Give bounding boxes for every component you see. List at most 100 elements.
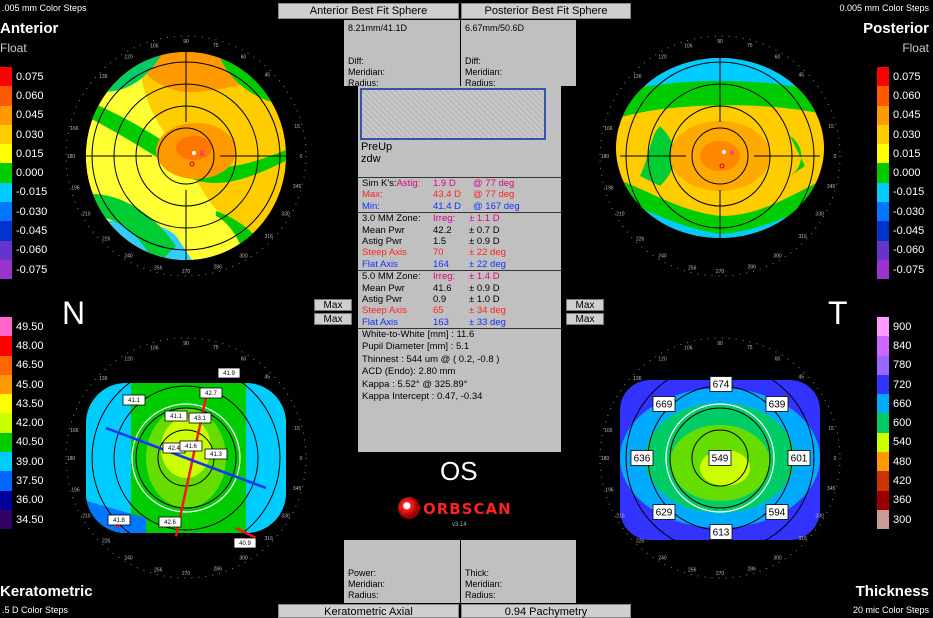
axis-degree-label: 90 xyxy=(717,39,723,45)
posterior-scale-value: -0.075 xyxy=(891,259,932,280)
max-button-thickness[interactable]: Max xyxy=(566,313,604,325)
misc-measurement: Pupil Diameter [mm] : 5.1 xyxy=(362,341,470,353)
axis-degree-label: 256 xyxy=(154,568,163,574)
anterior-scale-value: -0.075 xyxy=(14,259,55,280)
keratometric-color-steps: .5 D Color Steps xyxy=(2,605,69,615)
keratometric-scale-row: 48.00 xyxy=(0,336,55,356)
anterior-scale-swatch xyxy=(0,86,12,106)
keratometric-scale-row: 46.50 xyxy=(0,355,55,375)
max-button-posterior[interactable]: Max xyxy=(566,299,604,311)
stat-label: Astig Pwr xyxy=(362,293,403,305)
axis-degree-label: 345 xyxy=(827,184,836,190)
orbscan-logo-icon xyxy=(398,497,420,519)
thick-radius-label: Radius: xyxy=(465,590,496,600)
stat-row: Flat Axis 163 ± 33 deg xyxy=(358,317,561,328)
keratometric-value: 41.1 xyxy=(170,414,182,420)
posterior-scale-value: 0.060 xyxy=(891,86,932,106)
keratometric-scale-row: 49.50 xyxy=(0,317,55,337)
posterior-float-map[interactable]: K 106 90 75 120 60 136 45 166 15 180 0 196 345 210 330… xyxy=(588,24,852,288)
posterior-scale-row: 0.060 xyxy=(877,86,932,106)
keratometric-scale-value: 40.50 xyxy=(14,432,55,453)
anterior-color-steps: .005 mm Color Steps xyxy=(2,3,87,13)
anterior-scale-swatch xyxy=(0,182,12,203)
max-button-keratometric[interactable]: Max xyxy=(314,313,352,325)
stat-label: 5.0 MM Zone: xyxy=(362,271,421,283)
axis-degree-label: 330 xyxy=(815,212,824,218)
stat-value: 0.9 xyxy=(433,293,447,305)
misc-measurements-section: White-to-White [mm] : 11.6 Pupil Diameter… xyxy=(358,328,561,403)
tab-posterior-best-fit-sphere[interactable]: Posterior Best Fit Sphere xyxy=(461,3,631,19)
axis-degree-label: 166 xyxy=(70,428,79,434)
posterior-diff-label: Diff: xyxy=(465,56,481,66)
anterior-scale-swatch xyxy=(0,105,12,125)
anterior-scale-swatch xyxy=(0,202,12,222)
axis-degree-label: 0 xyxy=(300,456,303,462)
thickness-scale-value: 480 xyxy=(891,452,932,472)
keratometric-color-scale: 49.50 48.00 46.50 45.00 43.50 42.00 40.50 39.00… xyxy=(0,317,55,530)
axis-degree-label: 330 xyxy=(815,514,824,520)
posterior-scale-value: 0.015 xyxy=(891,144,932,164)
axis-degree-label: 15 xyxy=(828,124,834,130)
axis-degree-label: 300 xyxy=(773,254,782,260)
axis-degree-label: 136 xyxy=(633,74,642,80)
axis-degree-label: 106 xyxy=(684,44,693,50)
axis-degree-label: 90 xyxy=(183,39,189,45)
patient-status: PreUp xyxy=(361,141,393,153)
anterior-float-map[interactable]: K 106 90 75 120 60 136 45 166 15 180 0 196 345 210 330… xyxy=(54,24,318,288)
brand-version: v3.14 xyxy=(452,522,467,528)
posterior-scale-value: -0.015 xyxy=(891,182,932,203)
stat-value-2: @ 167 deg xyxy=(473,200,520,212)
axis-degree-label: 210 xyxy=(616,212,625,218)
posterior-scale-swatch xyxy=(877,144,889,164)
anterior-scale-value: -0.060 xyxy=(14,240,55,260)
thickness-map[interactable]: 674 669 639 636 549 601 629 594 613 106 90 75 120 60… xyxy=(588,326,852,590)
posterior-scale-swatch xyxy=(877,86,889,106)
axis-degree-label: 196 xyxy=(605,488,614,494)
stat-value-2: ± 22 deg xyxy=(469,258,506,270)
posterior-scale-value: 0.045 xyxy=(891,105,932,125)
stat-value: 70 xyxy=(433,247,444,259)
stat-value: Irreg: xyxy=(433,213,456,225)
stat-label: Flat Axis xyxy=(362,258,398,270)
axis-degree-label: 270 xyxy=(716,571,725,577)
stat-value-2: ± 1.0 D xyxy=(469,293,500,305)
axis-degree-label: 345 xyxy=(293,486,302,492)
axis-degree-label: 75 xyxy=(747,43,753,49)
axis-degree-label: 75 xyxy=(213,345,219,351)
posterior-subtitle: Float xyxy=(902,41,929,55)
thickness-scale-row: 540 xyxy=(877,432,932,453)
thickness-scale-value: 540 xyxy=(891,432,932,453)
tab-anterior-best-fit-sphere[interactable]: Anterior Best Fit Sphere xyxy=(278,3,459,19)
keratometric-scale-row: 39.00 xyxy=(0,452,55,472)
axis-degree-label: 90 xyxy=(717,341,723,347)
stat-value: 163 xyxy=(433,316,449,328)
stat-value-2: ± 1.1 D xyxy=(469,213,500,225)
stat-tag: Min: xyxy=(362,200,380,212)
max-button-anterior[interactable]: Max xyxy=(314,299,352,311)
stat-value: 41.4 D xyxy=(433,200,461,212)
keratometric-scale-swatch xyxy=(0,509,12,530)
tab-pachymetry[interactable]: 0.94 Pachymetry xyxy=(461,604,631,618)
keratometric-axial-map[interactable]: 41.9 42.7 41.1 41.1 43.1 42.4 41.6 41.3 41.8 42.6… xyxy=(54,326,318,590)
summary-panel: PreUp zdw Sim K's:Astig: 1.9 D @ 77 deg Max… xyxy=(358,86,561,452)
tab-keratometric-axial[interactable]: Keratometric Axial xyxy=(278,604,459,618)
thickness-scale-value: 780 xyxy=(891,355,932,375)
thickness-scale-swatch xyxy=(877,355,889,375)
posterior-color-scale: 0.075 0.060 0.045 0.030 0.015 0.000 -0.015 -0.0… xyxy=(877,67,932,280)
axis-degree-label: 60 xyxy=(775,356,781,362)
stat-value-2: @ 77 deg xyxy=(473,189,515,201)
anterior-scale-value: -0.015 xyxy=(14,182,55,203)
stat-value: 164 xyxy=(433,258,449,270)
patient-image-box xyxy=(360,88,546,140)
axis-degree-label: 90 xyxy=(183,341,189,347)
keratometric-scale-value: 34.50 xyxy=(14,509,55,530)
anterior-scale-swatch xyxy=(0,67,12,87)
posterior-scale-swatch xyxy=(877,163,889,183)
thick-label: Thick: xyxy=(465,568,490,578)
posterior-scale-value: -0.045 xyxy=(891,221,932,241)
axis-degree-label: 136 xyxy=(99,74,108,80)
axis-degree-label: 45 xyxy=(799,73,805,79)
anterior-color-scale: 0.075 0.060 0.045 0.030 0.015 0.000 -0.015 -0.0… xyxy=(0,67,55,280)
keratometric-scale-swatch xyxy=(0,471,12,491)
posterior-scale-swatch xyxy=(877,105,889,125)
